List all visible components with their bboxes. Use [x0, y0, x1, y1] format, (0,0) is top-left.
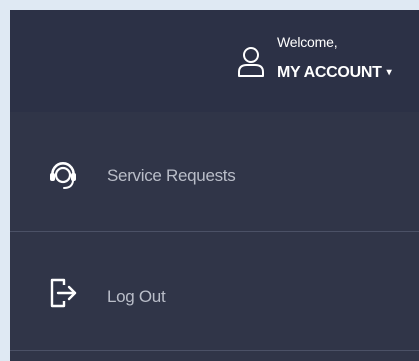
menu-item-log-out[interactable]: Log Out — [10, 233, 419, 351]
menu-item-label: Service Requests — [107, 166, 236, 185]
account-menu: Service Requests Log Out — [10, 112, 419, 361]
chevron-down-icon: ▾ — [386, 67, 392, 78]
logout-icon — [50, 278, 77, 308]
welcome-text: Welcome, — [277, 34, 338, 50]
page-frame: Welcome, MY ACCOUNT ▾ Service Requests L… — [0, 0, 419, 361]
account-label-text: MY ACCOUNT — [277, 64, 382, 81]
account-header: Welcome, MY ACCOUNT ▾ — [10, 10, 419, 112]
user-icon — [238, 47, 264, 77]
my-account-dropdown[interactable]: Welcome, MY ACCOUNT ▾ — [236, 32, 416, 92]
my-account-label[interactable]: MY ACCOUNT ▾ — [277, 64, 392, 82]
menu-item-service-requests[interactable]: Service Requests — [10, 112, 419, 232]
menu-item-label: Log Out — [107, 287, 166, 306]
headset-icon — [50, 162, 76, 189]
